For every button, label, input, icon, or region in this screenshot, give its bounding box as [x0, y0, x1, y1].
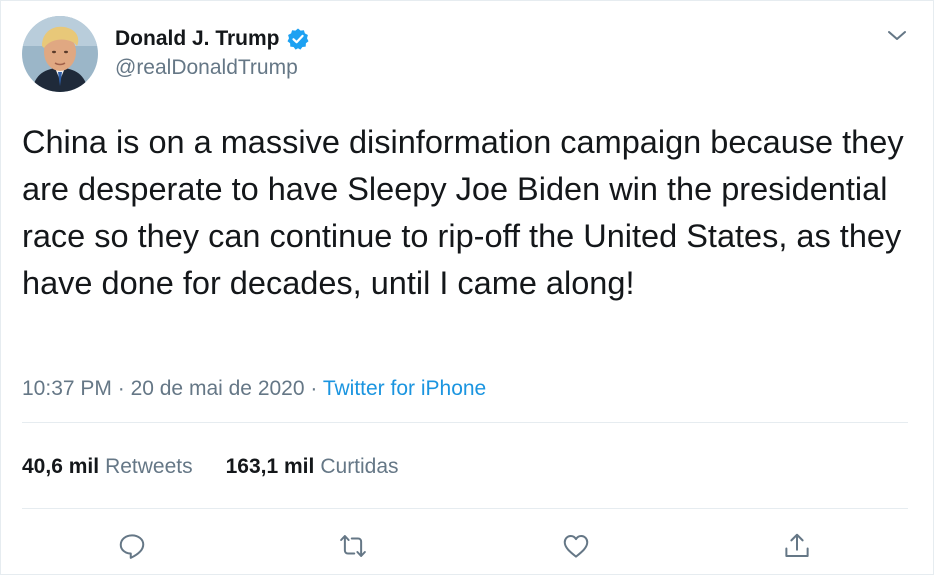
display-name[interactable]: Donald J. Trump	[115, 27, 280, 51]
meta-separator: ·	[304, 377, 323, 400]
likes-label: Curtidas	[320, 455, 399, 478]
share-icon	[785, 533, 809, 557]
share-button[interactable]	[780, 529, 814, 563]
heart-icon	[563, 535, 589, 558]
tweet-source-link[interactable]: Twitter for iPhone	[323, 377, 486, 400]
author-name-row[interactable]: Donald J. Trump	[115, 25, 310, 53]
retweet-button[interactable]	[336, 529, 370, 563]
meta-separator: ·	[111, 377, 131, 400]
chevron-down-icon[interactable]	[886, 28, 908, 44]
like-button[interactable]	[559, 529, 593, 563]
divider	[22, 508, 908, 509]
likes-stat[interactable]: 163,1 mil Curtidas	[226, 455, 399, 479]
reply-icon	[119, 534, 145, 559]
retweets-stat[interactable]: 40,6 mil Retweets	[22, 455, 193, 479]
avatar[interactable]	[22, 16, 98, 92]
tweet-time[interactable]: 10:37 PM	[22, 377, 112, 400]
avatar-image	[22, 16, 98, 92]
tweet-date[interactable]: 20 de mai de 2020	[131, 377, 305, 400]
retweet-icon	[340, 535, 366, 557]
tweet-meta: 10:37 PM · 20 de mai de 2020 · Twitter f…	[22, 377, 486, 401]
tweet-card: Donald J. Trump @realDonaldTrump China i…	[0, 0, 934, 575]
likes-count: 163,1 mil	[225, 455, 315, 478]
retweets-label: Retweets	[105, 455, 193, 478]
tweet-text: China is on a massive disinformation cam…	[22, 124, 904, 301]
reply-button[interactable]	[115, 529, 149, 563]
divider	[22, 422, 908, 423]
retweets-count: 40,6 mil	[22, 455, 100, 478]
user-handle[interactable]: @realDonaldTrump	[115, 56, 298, 80]
tweet-stats: 40,6 mil Retweets 163,1 mil Curtidas	[22, 455, 399, 479]
verified-badge-icon	[287, 28, 309, 50]
